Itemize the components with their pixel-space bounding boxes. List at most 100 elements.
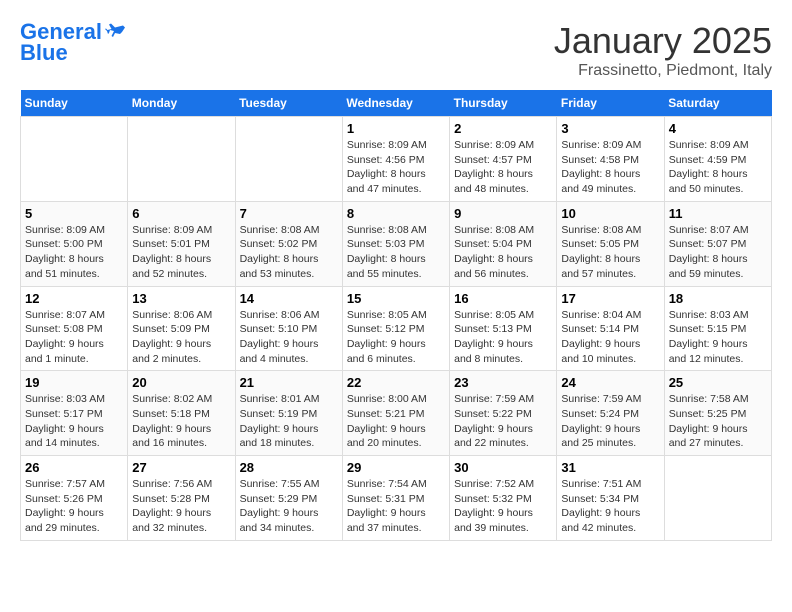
calendar-cell: 12 Sunrise: 8:07 AM Sunset: 5:08 PM Dayli… [21,286,128,371]
logo: General Blue [20,20,126,66]
day-number: 26 [25,460,123,475]
header: General Blue January 2025 Frassinetto, P… [20,20,772,80]
calendar-cell: 3 Sunrise: 8:09 AM Sunset: 4:58 PM Daylig… [557,117,664,202]
calendar-week-3: 12 Sunrise: 8:07 AM Sunset: 5:08 PM Dayli… [21,286,772,371]
day-info: Sunrise: 7:51 AM Sunset: 5:34 PM Dayligh… [561,477,659,536]
calendar-cell [21,117,128,202]
day-number: 31 [561,460,659,475]
day-number: 21 [240,375,338,390]
day-number: 19 [25,375,123,390]
calendar-cell [128,117,235,202]
calendar-cell: 6Sunrise: 8:09 AM Sunset: 5:01 PM Daylig… [128,201,235,286]
day-number: 9 [454,206,552,221]
calendar-cell [664,456,771,541]
day-info: Sunrise: 7:54 AM Sunset: 5:31 PM Dayligh… [347,477,445,536]
day-info: Sunrise: 8:03 AM Sunset: 5:17 PM Dayligh… [25,392,123,451]
day-info: Sunrise: 8:01 AM Sunset: 5:19 PM Dayligh… [240,392,338,451]
day-number: 20 [132,375,230,390]
day-number: 4 [669,121,767,136]
day-info: Sunrise: 8:05 AM Sunset: 5:13 PM Dayligh… [454,308,552,367]
calendar-cell: 9Sunrise: 8:08 AM Sunset: 5:04 PM Daylig… [450,201,557,286]
day-info: Sunrise: 8:09 AM Sunset: 4:57 PM Dayligh… [454,138,552,197]
calendar-cell: 28 Sunrise: 7:55 AM Sunset: 5:29 PM Dayli… [235,456,342,541]
day-number: 29 [347,460,445,475]
day-info: Sunrise: 8:06 AM Sunset: 5:10 PM Dayligh… [240,308,338,367]
weekday-header-tuesday: Tuesday [235,90,342,117]
calendar-cell: 8 Sunrise: 8:08 AM Sunset: 5:03 PM Daylig… [342,201,449,286]
day-number: 5 [25,206,123,221]
day-number: 8 [347,206,445,221]
day-info: Sunrise: 8:09 AM Sunset: 4:56 PM Dayligh… [347,138,445,197]
day-number: 14 [240,291,338,306]
day-info: Sunrise: 8:09 AM Sunset: 5:00 PM Dayligh… [25,223,123,282]
day-info: Sunrise: 7:59 AM Sunset: 5:24 PM Dayligh… [561,392,659,451]
calendar-cell: 22Sunrise: 8:00 AM Sunset: 5:21 PM Dayli… [342,371,449,456]
day-number: 27 [132,460,230,475]
day-number: 11 [669,206,767,221]
calendar-cell: 23Sunrise: 7:59 AM Sunset: 5:22 PM Dayli… [450,371,557,456]
calendar-cell: 19 Sunrise: 8:03 AM Sunset: 5:17 PM Dayli… [21,371,128,456]
weekday-header-friday: Friday [557,90,664,117]
day-number: 12 [25,291,123,306]
day-number: 15 [347,291,445,306]
calendar-cell: 21 Sunrise: 8:01 AM Sunset: 5:19 PM Dayli… [235,371,342,456]
calendar-cell: 31 Sunrise: 7:51 AM Sunset: 5:34 PM Dayli… [557,456,664,541]
day-info: Sunrise: 7:55 AM Sunset: 5:29 PM Dayligh… [240,477,338,536]
weekday-header-sunday: Sunday [21,90,128,117]
day-number: 1 [347,121,445,136]
day-number: 18 [669,291,767,306]
day-info: Sunrise: 7:57 AM Sunset: 5:26 PM Dayligh… [25,477,123,536]
day-info: Sunrise: 8:09 AM Sunset: 4:59 PM Dayligh… [669,138,767,197]
calendar-week-2: 5 Sunrise: 8:09 AM Sunset: 5:00 PM Daylig… [21,201,772,286]
day-info: Sunrise: 8:07 AM Sunset: 5:08 PM Dayligh… [25,308,123,367]
calendar-cell: 1 Sunrise: 8:09 AM Sunset: 4:56 PM Daylig… [342,117,449,202]
calendar-cell: 14 Sunrise: 8:06 AM Sunset: 5:10 PM Dayli… [235,286,342,371]
day-info: Sunrise: 8:05 AM Sunset: 5:12 PM Dayligh… [347,308,445,367]
day-info: Sunrise: 8:00 AM Sunset: 5:21 PM Dayligh… [347,392,445,451]
day-info: Sunrise: 8:02 AM Sunset: 5:18 PM Dayligh… [132,392,230,451]
calendar-cell: 26 Sunrise: 7:57 AM Sunset: 5:26 PM Dayli… [21,456,128,541]
calendar-week-4: 19 Sunrise: 8:03 AM Sunset: 5:17 PM Dayli… [21,371,772,456]
calendar-cell: 7 Sunrise: 8:08 AM Sunset: 5:02 PM Daylig… [235,201,342,286]
calendar-week-1: 1 Sunrise: 8:09 AM Sunset: 4:56 PM Daylig… [21,117,772,202]
day-info: Sunrise: 7:58 AM Sunset: 5:25 PM Dayligh… [669,392,767,451]
day-info: Sunrise: 7:52 AM Sunset: 5:32 PM Dayligh… [454,477,552,536]
day-info: Sunrise: 7:56 AM Sunset: 5:28 PM Dayligh… [132,477,230,536]
calendar-cell [235,117,342,202]
day-number: 10 [561,206,659,221]
calendar-cell: 17 Sunrise: 8:04 AM Sunset: 5:14 PM Dayli… [557,286,664,371]
day-info: Sunrise: 8:09 AM Sunset: 4:58 PM Dayligh… [561,138,659,197]
day-number: 30 [454,460,552,475]
calendar-cell: 24 Sunrise: 7:59 AM Sunset: 5:24 PM Dayli… [557,371,664,456]
day-info: Sunrise: 8:08 AM Sunset: 5:03 PM Dayligh… [347,223,445,282]
calendar-cell: 27 Sunrise: 7:56 AM Sunset: 5:28 PM Dayli… [128,456,235,541]
calendar-cell: 18Sunrise: 8:03 AM Sunset: 5:15 PM Dayli… [664,286,771,371]
day-info: Sunrise: 8:07 AM Sunset: 5:07 PM Dayligh… [669,223,767,282]
calendar-cell: 15 Sunrise: 8:05 AM Sunset: 5:12 PM Dayli… [342,286,449,371]
calendar-week-5: 26 Sunrise: 7:57 AM Sunset: 5:26 PM Dayli… [21,456,772,541]
day-info: Sunrise: 8:04 AM Sunset: 5:14 PM Dayligh… [561,308,659,367]
day-number: 25 [669,375,767,390]
day-number: 16 [454,291,552,306]
day-number: 7 [240,206,338,221]
calendar-cell: 20 Sunrise: 8:02 AM Sunset: 5:18 PM Dayli… [128,371,235,456]
day-number: 24 [561,375,659,390]
day-number: 3 [561,121,659,136]
day-number: 17 [561,291,659,306]
day-info: Sunrise: 8:06 AM Sunset: 5:09 PM Dayligh… [132,308,230,367]
calendar-cell: 29 Sunrise: 7:54 AM Sunset: 5:31 PM Dayli… [342,456,449,541]
day-info: Sunrise: 8:08 AM Sunset: 5:05 PM Dayligh… [561,223,659,282]
day-number: 28 [240,460,338,475]
calendar-cell: 13Sunrise: 8:06 AM Sunset: 5:09 PM Dayli… [128,286,235,371]
day-info: Sunrise: 8:08 AM Sunset: 5:02 PM Dayligh… [240,223,338,282]
calendar-cell: 25 Sunrise: 7:58 AM Sunset: 5:25 PM Dayli… [664,371,771,456]
weekday-header-row: SundayMondayTuesdayWednesdayThursdayFrid… [21,90,772,117]
day-number: 2 [454,121,552,136]
calendar-cell: 11 Sunrise: 8:07 AM Sunset: 5:07 PM Dayli… [664,201,771,286]
weekday-header-wednesday: Wednesday [342,90,449,117]
calendar-cell: 2 Sunrise: 8:09 AM Sunset: 4:57 PM Daylig… [450,117,557,202]
location-title: Frassinetto, Piedmont, Italy [554,62,772,80]
weekday-header-thursday: Thursday [450,90,557,117]
logo-icon [104,20,126,38]
day-number: 23 [454,375,552,390]
